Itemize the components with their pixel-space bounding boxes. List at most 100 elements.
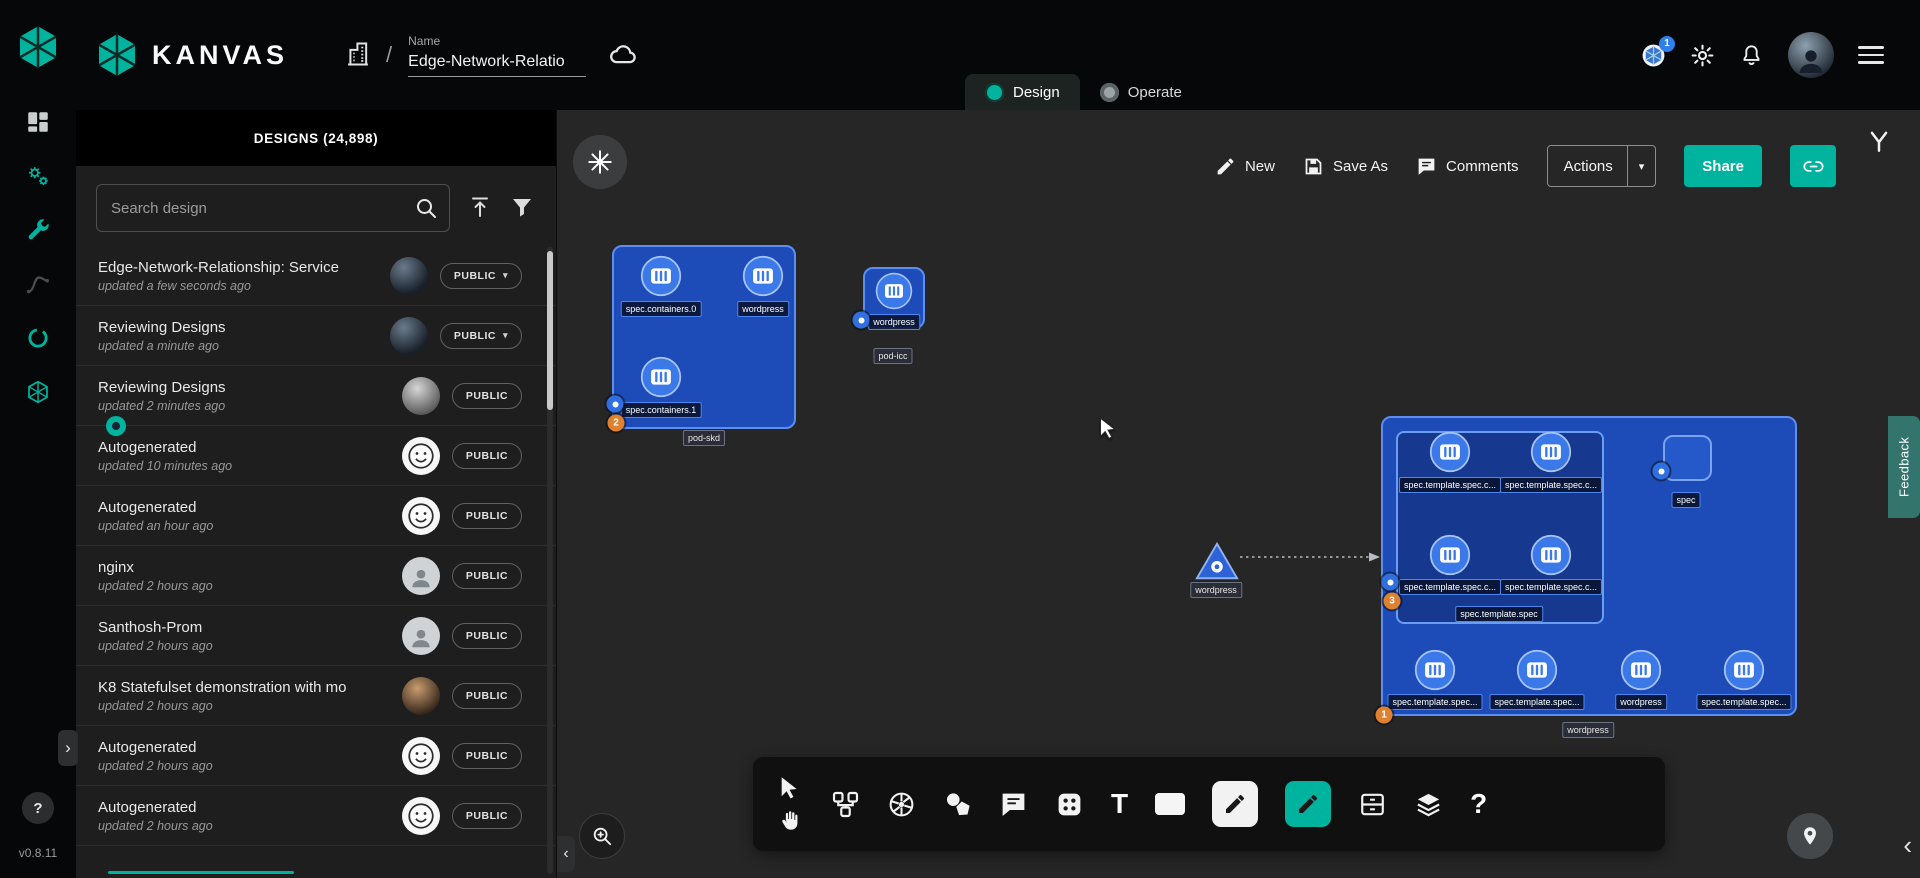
- kanvas-logo-icon[interactable]: [15, 24, 61, 70]
- container-node-icon[interactable]: [1516, 649, 1558, 691]
- meshery-canvas-button[interactable]: [573, 135, 627, 189]
- visibility-badge[interactable]: PUBLIC: [452, 443, 522, 469]
- versions-button[interactable]: [1866, 128, 1892, 157]
- share-button[interactable]: Share: [1684, 145, 1762, 187]
- help-tool-button[interactable]: ?: [1470, 790, 1487, 818]
- comment-tool-button[interactable]: [999, 790, 1028, 819]
- container-node-icon[interactable]: [1414, 649, 1456, 691]
- actions-dropdown-button[interactable]: Actions ▾: [1547, 145, 1657, 187]
- design-list-item[interactable]: Santhosh-Prom updated 2 hours ago PUBLIC: [76, 606, 556, 666]
- shapes-tool-button[interactable]: [943, 790, 972, 819]
- container-node-icon[interactable]: [742, 255, 784, 297]
- search-input[interactable]: [96, 184, 450, 232]
- provider-notifications-button[interactable]: 1: [1641, 43, 1666, 68]
- text-tool-icon: T: [1111, 790, 1128, 818]
- smiley-avatar: [402, 737, 440, 775]
- sync-status-button[interactable]: [608, 39, 638, 72]
- visibility-badge[interactable]: PUBLIC: [452, 743, 522, 769]
- container-node-icon[interactable]: [640, 356, 682, 398]
- design-canvas[interactable]: New Save As Comments Actions ▾ Share spe…: [557, 110, 1920, 878]
- design-list-item[interactable]: Autogenerated updated an hour ago PUBLIC: [76, 486, 556, 546]
- portrait-avatar: [390, 257, 428, 295]
- comments-button[interactable]: Comments: [1416, 156, 1519, 177]
- notifications-button[interactable]: [1739, 43, 1764, 68]
- catalog-nav-button[interactable]: [24, 324, 52, 352]
- save-as-button[interactable]: Save As: [1303, 156, 1388, 177]
- help-button[interactable]: ?: [22, 792, 54, 824]
- spec-node[interactable]: [1663, 435, 1712, 481]
- container-node-icon[interactable]: [1723, 649, 1765, 691]
- merge-y-icon: [1866, 128, 1892, 154]
- new-design-button[interactable]: New: [1215, 156, 1275, 177]
- rail-expand-button[interactable]: ›: [58, 730, 78, 766]
- collapse-panel-button[interactable]: ‹: [557, 836, 575, 872]
- tab-design[interactable]: Design: [965, 74, 1080, 110]
- design-list-item[interactable]: nginx updated 2 hours ago PUBLIC: [76, 546, 556, 606]
- container-node-icon[interactable]: [640, 255, 682, 297]
- collapse-right-button[interactable]: ‹: [1903, 830, 1912, 861]
- toolkit-nav-button[interactable]: [24, 216, 52, 244]
- locate-design-button[interactable]: [1787, 813, 1833, 859]
- environment-badge[interactable]: [853, 312, 870, 329]
- extensions-nav-button[interactable]: [24, 162, 52, 190]
- building-icon: [344, 40, 372, 68]
- design-list-item[interactable]: Autogenerated updated 2 hours ago PUBLIC: [76, 786, 556, 846]
- design-list-item[interactable]: K8 Statefulset demonstration with mo upd…: [76, 666, 556, 726]
- menu-button[interactable]: [1858, 46, 1884, 64]
- visibility-badge[interactable]: PUBLIC▾: [440, 263, 522, 289]
- visibility-badge[interactable]: PUBLIC: [452, 563, 522, 589]
- layers-tool-button[interactable]: [1414, 790, 1443, 819]
- visibility-badge[interactable]: PUBLIC: [452, 623, 522, 649]
- drawer-tool-button[interactable]: [1358, 790, 1387, 819]
- container-node-icon[interactable]: [1530, 431, 1572, 473]
- container-node-icon[interactable]: [1429, 534, 1471, 576]
- issue-count-badge[interactable]: 1: [1376, 707, 1393, 724]
- text-tool-button[interactable]: T: [1111, 790, 1128, 818]
- design-list-item[interactable]: Autogenerated updated 2 hours ago PUBLIC: [76, 726, 556, 786]
- panel-scrollbar-thumb[interactable]: [547, 251, 553, 410]
- visibility-badge[interactable]: PUBLIC: [452, 803, 522, 829]
- service-triangle-node[interactable]: [1194, 540, 1240, 582]
- kubernetes-components-button[interactable]: [887, 790, 916, 819]
- group-label: pod-skd: [683, 430, 725, 446]
- visibility-badge[interactable]: PUBLIC: [452, 503, 522, 529]
- select-tool-button[interactable]: [777, 775, 802, 800]
- design-list-item[interactable]: Reviewing Designs updated 2 minutes ago …: [76, 366, 556, 426]
- user-avatar[interactable]: [1788, 32, 1834, 78]
- design-list-item[interactable]: Edge-Network-Relationship: Service updat…: [76, 246, 556, 306]
- container-node-icon[interactable]: [1429, 431, 1471, 473]
- import-design-button[interactable]: [468, 195, 492, 222]
- media-tool-button[interactable]: [1055, 790, 1084, 819]
- container-node-icon[interactable]: [875, 272, 913, 310]
- filter-designs-button[interactable]: [510, 195, 534, 222]
- issue-count-badge[interactable]: 2: [608, 415, 625, 432]
- environment-badge[interactable]: [607, 396, 624, 413]
- settings-button[interactable]: [1690, 43, 1715, 68]
- kanvas-nav-button[interactable]: [24, 378, 52, 406]
- dashboard-nav-button[interactable]: [24, 108, 52, 136]
- pan-tool-button[interactable]: [777, 808, 802, 833]
- panel-scrollbar[interactable]: [547, 247, 553, 874]
- environment-badge[interactable]: [1653, 463, 1670, 480]
- design-list-item[interactable]: Autogenerated updated 10 minutes ago PUB…: [76, 426, 556, 486]
- pen-tool-button-active[interactable]: [1285, 781, 1331, 827]
- freehand-draw-tool-button[interactable]: [1212, 781, 1258, 827]
- flowchart-tool-button[interactable]: [831, 790, 860, 819]
- rectangle-tool-button[interactable]: [1155, 793, 1185, 815]
- organization-button[interactable]: [344, 40, 372, 71]
- zoom-button[interactable]: [579, 813, 625, 859]
- visibility-badge[interactable]: PUBLIC: [452, 383, 522, 409]
- feedback-tab[interactable]: Feedback: [1888, 416, 1920, 518]
- tab-operate[interactable]: Operate: [1080, 74, 1202, 110]
- design-name-input[interactable]: [408, 51, 586, 77]
- environment-badge[interactable]: [1382, 574, 1399, 591]
- container-node-icon[interactable]: [1530, 534, 1572, 576]
- design-list-item[interactable]: Reviewing Designs updated a minute ago P…: [76, 306, 556, 366]
- connections-nav-button[interactable]: [24, 270, 52, 298]
- pod-template-group-node[interactable]: [1396, 431, 1604, 624]
- issue-count-badge[interactable]: 3: [1384, 593, 1401, 610]
- visibility-badge[interactable]: PUBLIC▾: [440, 323, 522, 349]
- visibility-badge[interactable]: PUBLIC: [452, 683, 522, 709]
- container-node-icon[interactable]: [1620, 649, 1662, 691]
- copy-link-button[interactable]: [1790, 145, 1836, 187]
